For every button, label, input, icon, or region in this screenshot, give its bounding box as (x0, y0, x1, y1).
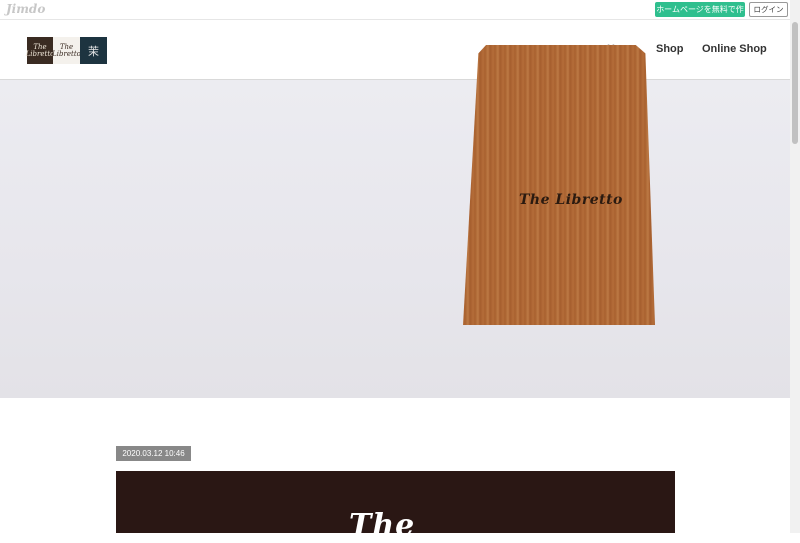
scrollbar-thumb[interactable] (792, 22, 798, 144)
board-logo-text: The Libretto (519, 192, 623, 208)
logo-tile-light: The Libretto (52, 37, 81, 64)
nav-online-shop[interactable]: Online Shop (702, 43, 767, 55)
login-button[interactable]: ログイン (749, 2, 788, 17)
jimdo-topbar: Jimdo ホームページを無料で作成 ログイン (0, 0, 790, 29)
site-header: The Libretto The Libretto 茉 Home Shop On… (0, 20, 790, 80)
create-homepage-button[interactable]: ホームページを無料で作成 (655, 2, 745, 29)
post-image-text: The (349, 508, 416, 543)
jimdo-logo[interactable]: Jimdo (6, 2, 45, 16)
logo-tile-navy: 茉 (80, 37, 107, 64)
hero-image (0, 80, 790, 398)
post-date-badge: 2020.03.12 10:46 (116, 446, 191, 461)
logo-tile-dark: The Libretto (26, 37, 54, 64)
nav-shop[interactable]: Shop (656, 43, 684, 55)
site-logo[interactable]: The Libretto The Libretto 茉 (26, 37, 107, 64)
wooden-board-image (463, 45, 655, 325)
